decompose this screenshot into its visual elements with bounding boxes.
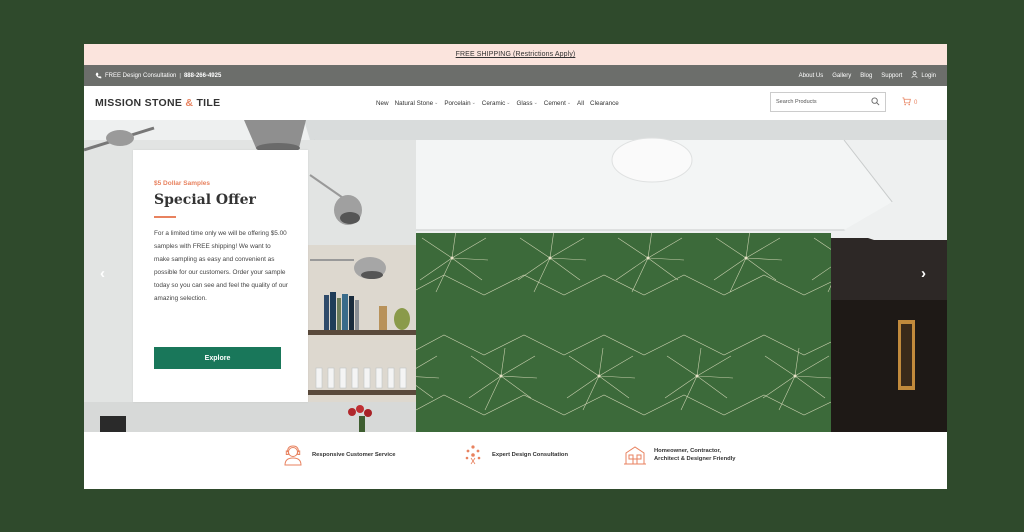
feature-label-line2: Architect & Designer Friendly — [654, 456, 736, 462]
login-label: Login — [921, 72, 936, 79]
utility-bar: FREE Design Consultation | 888-266-4925 … — [84, 65, 947, 86]
nav-label: New — [376, 99, 389, 107]
offer-description: For a limited time only we will be offer… — [154, 230, 288, 302]
nav-label: Natural Stone — [394, 99, 434, 107]
about-us-link[interactable]: About Us — [799, 73, 824, 79]
nav-label: Porcelain — [444, 99, 471, 107]
chevron-down-icon: ⌄ — [471, 100, 476, 106]
divider — [154, 216, 176, 218]
design-consultation-icon — [462, 444, 484, 466]
chevron-down-icon: ⌄ — [533, 100, 538, 106]
logo-text-left: MISSION STONE — [95, 97, 183, 109]
carousel-next-arrow[interactable]: › — [921, 265, 926, 282]
phone-icon — [95, 72, 102, 79]
offer-card: $5 Dollar Samples Special Offer For a li… — [133, 150, 308, 402]
logo-ampersand: & — [185, 97, 194, 109]
separator: | — [179, 72, 181, 79]
offer-eyebrow: $5 Dollar Samples — [154, 180, 210, 187]
nav-label: Glass — [516, 99, 533, 107]
nav-label: Cement — [543, 99, 566, 107]
feature-label-line1: Homeowner, Contractor, — [654, 448, 721, 454]
search-box — [770, 92, 886, 112]
nav-label: All — [577, 99, 585, 107]
nav-label: Clearance — [590, 99, 619, 107]
nav-item-new[interactable]: New — [376, 100, 389, 107]
user-icon — [911, 71, 918, 80]
logo[interactable]: MISSION STONE & TILE — [95, 97, 220, 109]
nav-item-porcelain[interactable]: Porcelain ⌄ — [444, 100, 475, 107]
customer-service-icon — [282, 444, 304, 466]
nav-item-all[interactable]: All — [577, 100, 584, 107]
design-consultation-text: FREE Design Consultation — [105, 72, 177, 79]
nav-item-ceramic[interactable]: Ceramic ⌄ — [482, 100, 511, 107]
free-shipping-link[interactable]: FREE SHIPPING (Restrictions Apply) — [456, 51, 576, 58]
search-input[interactable] — [776, 99, 856, 105]
nav-item-natural-stone[interactable]: Natural Stone ⌄ — [395, 100, 439, 107]
explore-button[interactable]: Explore — [154, 347, 281, 369]
support-link[interactable]: Support — [881, 73, 902, 79]
nav-item-cement[interactable]: Cement ⌄ — [544, 100, 571, 107]
cart-button[interactable]: 0 — [902, 97, 917, 108]
feature-design-consultation: Expert Design Consultation — [462, 444, 568, 466]
hero-carousel: ‹ › $5 Dollar Samples Special Offer For … — [84, 120, 947, 432]
search-icon[interactable] — [871, 93, 880, 111]
cart-count: 0 — [914, 99, 918, 106]
feature-homeowner-friendly: Homeowner, Contractor, Architect & Desig… — [624, 444, 736, 466]
gallery-link[interactable]: Gallery — [832, 73, 851, 79]
chevron-down-icon: ⌄ — [566, 100, 572, 106]
nav-item-clearance[interactable]: Clearance — [590, 100, 619, 107]
building-icon — [624, 444, 646, 466]
nav-label: Ceramic — [481, 99, 506, 107]
blog-link[interactable]: Blog — [860, 73, 872, 79]
utility-links: About Us Gallery Blog Support Login — [799, 71, 936, 80]
chevron-down-icon: ⌄ — [434, 100, 439, 106]
site-header: MISSION STONE & TILE New Natural Stone ⌄ … — [84, 86, 947, 120]
main-nav: New Natural Stone ⌄ Porcelain ⌄ Ceramic ⌄ G… — [376, 86, 619, 120]
feature-customer-service: Responsive Customer Service — [282, 444, 395, 466]
website-frame: FREE SHIPPING (Restrictions Apply) FREE … — [84, 44, 947, 489]
promo-bar: FREE SHIPPING (Restrictions Apply) — [84, 44, 947, 65]
feature-label: Expert Design Consultation — [492, 452, 569, 458]
offer-title: Special Offer — [154, 192, 256, 208]
phone-number[interactable]: 888-266-4925 — [184, 73, 221, 79]
feature-label: Homeowner, Contractor, Architect & Desig… — [654, 447, 736, 463]
carousel-prev-arrow[interactable]: ‹ — [100, 265, 105, 282]
chevron-down-icon: ⌄ — [506, 100, 511, 106]
nav-item-glass[interactable]: Glass ⌄ — [516, 100, 537, 107]
login-link[interactable]: Login — [911, 71, 936, 80]
feature-label: Responsive Customer Service — [312, 452, 396, 458]
cart-icon — [902, 97, 911, 108]
features-bar: Responsive Customer Service Expert Desig… — [84, 432, 947, 489]
contact-info: FREE Design Consultation | 888-266-4925 — [95, 72, 221, 79]
logo-text-right: TILE — [196, 97, 221, 109]
